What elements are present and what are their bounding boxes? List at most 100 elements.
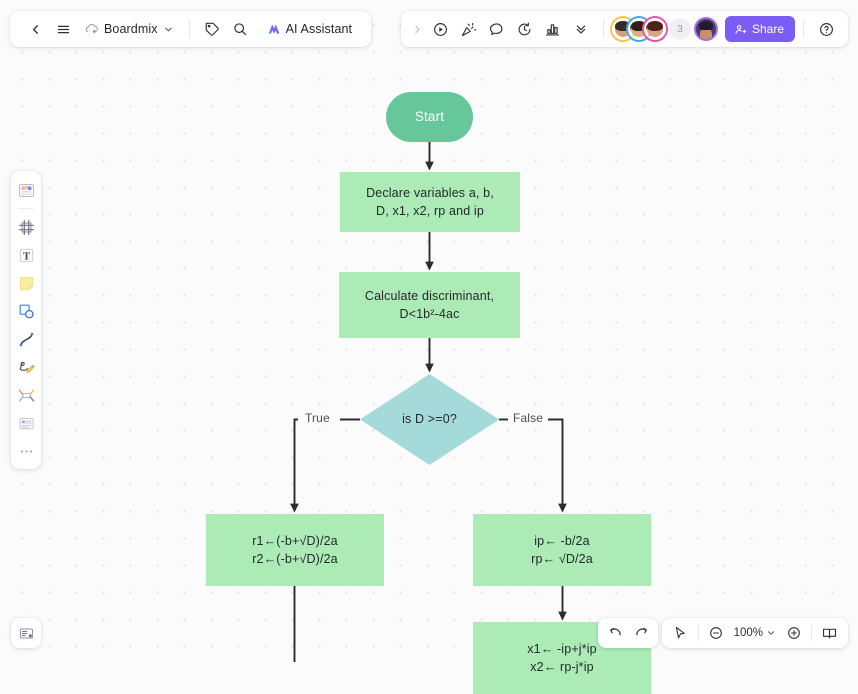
expand-toolbar-button[interactable] xyxy=(409,15,427,43)
back-button[interactable] xyxy=(21,15,49,43)
flowchart: Start Declare variables a, b, D, x1, x2, … xyxy=(0,0,858,660)
tag-button[interactable] xyxy=(198,15,226,43)
document-title: Boardmix xyxy=(104,22,158,36)
timer-button[interactable] xyxy=(511,15,539,43)
history-toolbar xyxy=(598,618,658,648)
zoom-level-value: 100% xyxy=(734,627,763,639)
flow-true-label[interactable]: True xyxy=(305,411,330,425)
share-button[interactable]: Share xyxy=(725,16,795,42)
tool-divider xyxy=(18,208,34,209)
redo-button[interactable] xyxy=(629,621,654,646)
toolbar-divider xyxy=(189,20,190,38)
celebrate-confetti-icon xyxy=(460,21,477,38)
chevrons-down-icon xyxy=(573,21,589,37)
document-card-icon xyxy=(17,414,36,433)
redo-arrow-icon xyxy=(634,625,650,641)
cursor-pointer-icon xyxy=(672,625,688,641)
present-play-icon xyxy=(432,21,449,38)
more-tools-button[interactable] xyxy=(13,438,39,464)
flow-node-label: Calculate discriminant, D<1b²-4ac xyxy=(365,287,494,323)
top-left-toolbar: Boardmix AI Assistant xyxy=(10,11,371,47)
flow-node-label: is D >=0? xyxy=(402,410,457,428)
tag-icon xyxy=(204,21,220,37)
avatar[interactable] xyxy=(644,18,666,40)
zoom-out-icon xyxy=(708,625,724,641)
vote-button[interactable] xyxy=(539,15,567,43)
celebrate-button[interactable] xyxy=(455,15,483,43)
zoom-divider-left xyxy=(698,625,699,641)
document-card-tool[interactable] xyxy=(13,410,39,436)
flow-node-label: r1←(-b+√D)/2a r2←(-b+√D)/2a xyxy=(252,532,338,568)
mindmap-icon xyxy=(17,386,36,405)
search-icon xyxy=(232,21,248,37)
current-user-avatar[interactable] xyxy=(694,17,718,41)
text-tool[interactable]: T xyxy=(13,242,39,268)
connector-line-icon xyxy=(17,330,36,349)
sticky-note-tool[interactable] xyxy=(13,270,39,296)
document-title-chip[interactable]: Boardmix xyxy=(77,15,181,43)
share-person-icon xyxy=(734,23,747,36)
flow-node-discr[interactable]: Calculate discriminant, D<1b²-4ac xyxy=(339,272,520,338)
zoom-level-selector[interactable]: 100% xyxy=(730,621,780,646)
collaborator-overflow-count[interactable]: 3 xyxy=(669,18,691,40)
pen-tool[interactable] xyxy=(13,354,39,380)
vote-chart-icon xyxy=(544,21,561,38)
help-button[interactable] xyxy=(812,15,840,43)
left-tool-palette: T xyxy=(11,171,41,469)
flow-node-label: Start xyxy=(415,107,444,127)
pages-button[interactable] xyxy=(817,621,842,646)
flow-node-declare[interactable]: Declare variables a, b, D, x1, x2, rp an… xyxy=(340,172,520,232)
menu-button[interactable] xyxy=(49,15,77,43)
present-button[interactable] xyxy=(427,15,455,43)
boardmix-cloud-logo xyxy=(84,22,99,37)
flow-node-label: Declare variables a, b, D, x1, x2, rp an… xyxy=(366,184,494,220)
text-icon: T xyxy=(17,246,36,265)
comment-bubble-icon xyxy=(488,21,505,38)
notes-panel-button[interactable] xyxy=(11,618,41,648)
zoom-in-icon xyxy=(786,625,802,641)
connector-tool[interactable] xyxy=(13,326,39,352)
select-cursor-button[interactable] xyxy=(668,621,693,646)
flow-node-start[interactable]: Start xyxy=(386,92,473,142)
ai-assistant-label: AI Assistant xyxy=(286,22,353,36)
flow-false-label[interactable]: False xyxy=(513,411,543,425)
shapes-icon xyxy=(17,302,36,321)
flow-node-real[interactable]: r1←(-b+√D)/2a r2←(-b+√D)/2a xyxy=(206,514,384,586)
chevron-left-icon xyxy=(28,22,43,37)
undo-button[interactable] xyxy=(602,621,627,646)
chevron-down-icon xyxy=(766,628,776,638)
flow-node-decide[interactable]: is D >=0? xyxy=(360,374,499,465)
frame-icon xyxy=(17,218,36,237)
pen-draw-icon xyxy=(17,358,36,377)
top-right-toolbar: 3 Share xyxy=(401,11,848,47)
ai-assistant-button[interactable]: AI Assistant xyxy=(258,15,361,43)
timer-icon xyxy=(516,21,533,38)
frame-tool[interactable] xyxy=(13,214,39,240)
templates-icon xyxy=(17,181,36,200)
notes-panel-icon xyxy=(18,625,35,642)
toolbar-divider-right xyxy=(603,20,604,38)
flow-node-imag[interactable]: ip← -b/2a rp← √D/2a xyxy=(473,514,651,586)
chevron-down-icon xyxy=(163,24,174,35)
zoom-toolbar: 100% xyxy=(662,618,848,648)
zoom-in-button[interactable] xyxy=(781,621,806,646)
toolbar-divider-help xyxy=(803,20,804,38)
zoom-out-button[interactable] xyxy=(704,621,729,646)
templates-tool[interactable] xyxy=(13,177,39,203)
help-circle-icon xyxy=(818,21,835,38)
search-button[interactable] xyxy=(226,15,254,43)
share-label: Share xyxy=(752,22,784,36)
comment-button[interactable] xyxy=(483,15,511,43)
pages-book-icon xyxy=(821,625,838,642)
hamburger-menu-icon xyxy=(56,22,71,37)
sticky-note-icon xyxy=(17,274,36,293)
collaborator-avatars: 3 xyxy=(612,18,691,40)
flow-node-label: x1← -ip+j*ip x2← rp-j*ip xyxy=(527,640,597,676)
collapse-toolbar-button[interactable] xyxy=(567,15,595,43)
shapes-tool[interactable] xyxy=(13,298,39,324)
chevron-right-icon xyxy=(411,23,424,36)
flow-node-label: ip← -b/2a rp← √D/2a xyxy=(531,532,593,568)
more-dots-icon xyxy=(18,443,35,460)
zoom-divider-right xyxy=(811,625,812,641)
mindmap-tool[interactable] xyxy=(13,382,39,408)
